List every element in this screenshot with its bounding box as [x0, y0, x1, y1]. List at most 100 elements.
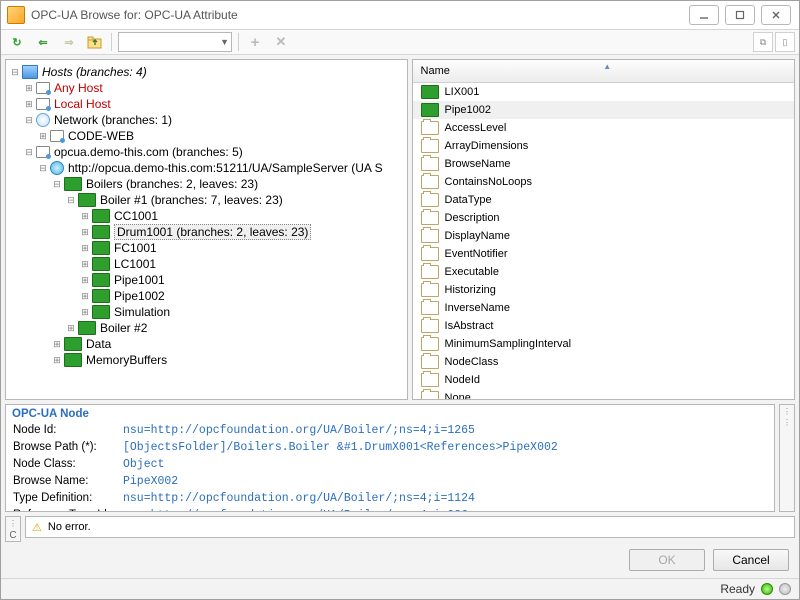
attribute-folder-icon [421, 175, 439, 189]
maximize-button[interactable] [725, 5, 755, 25]
expander-icon[interactable] [78, 243, 92, 254]
tree-fc1001[interactable]: FC1001 [114, 241, 157, 255]
list-item[interactable]: DataType [413, 191, 794, 209]
list-item[interactable]: ArrayDimensions [413, 137, 794, 155]
warning-icon: ⚠ [32, 521, 42, 534]
tree-pipe1002[interactable]: Pipe1002 [114, 289, 165, 303]
add-button[interactable]: + [245, 32, 265, 52]
back-button[interactable]: ⇐ [33, 32, 53, 52]
expander-icon[interactable] [36, 163, 50, 174]
list-item-label: AccessLevel [445, 122, 507, 134]
ok-button[interactable]: OK [629, 549, 705, 571]
expander-icon[interactable] [50, 179, 64, 190]
network-icon [36, 113, 50, 127]
tree-root[interactable]: Hosts (branches: 4) [42, 65, 147, 79]
list-item-label: ArrayDimensions [445, 140, 529, 152]
tree-any-host[interactable]: Any Host [54, 81, 103, 95]
detail-key: Type Definition: [12, 490, 122, 507]
tree-boiler2[interactable]: Boiler #2 [100, 321, 147, 335]
expander-icon[interactable] [78, 275, 92, 286]
attribute-folder-icon [421, 121, 439, 135]
expander-icon[interactable] [36, 131, 50, 142]
list-item[interactable]: IsAbstract [413, 317, 794, 335]
dots-icon: ⋮ [783, 407, 791, 416]
attribute-folder-icon [421, 157, 439, 171]
list-item[interactable]: DisplayName [413, 227, 794, 245]
list-item[interactable]: Historizing [413, 281, 794, 299]
host-icon [50, 130, 64, 142]
list-item[interactable]: BrowseName [413, 155, 794, 173]
tree-collapse-icon[interactable]: ⧉ [753, 32, 773, 52]
list-item[interactable]: Description [413, 209, 794, 227]
tree-lc1001[interactable]: LC1001 [114, 257, 156, 271]
minimize-button[interactable] [689, 5, 719, 25]
folder-icon [78, 321, 96, 335]
detail-gutter[interactable]: ⋮ ⋮ [779, 404, 795, 512]
list-item[interactable]: None [413, 389, 794, 399]
expander-icon[interactable] [8, 67, 22, 78]
tree-memory[interactable]: MemoryBuffers [86, 353, 167, 367]
tree-cc1001[interactable]: CC1001 [114, 209, 158, 223]
tree-codeweb[interactable]: CODE-WEB [68, 129, 134, 143]
tree-pipe1001[interactable]: Pipe1001 [114, 273, 165, 287]
list-item[interactable]: NodeId [413, 371, 794, 389]
expander-icon[interactable] [78, 211, 92, 222]
expander-icon[interactable] [78, 307, 92, 318]
cancel-button[interactable]: Cancel [713, 549, 789, 571]
up-button[interactable] [85, 32, 105, 52]
tree-opcua-host[interactable]: opcua.demo-this.com (branches: 5) [54, 145, 243, 159]
expander-icon[interactable] [22, 83, 36, 94]
attribute-folder-icon [421, 391, 439, 399]
address-combo[interactable]: ▼ [118, 32, 232, 52]
list-body[interactable]: LIX001Pipe1002 AccessLevel ArrayDimensions… [413, 83, 794, 399]
list-item[interactable]: ContainsNoLoops [413, 173, 794, 191]
tree-network[interactable]: Network (branches: 1) [54, 113, 172, 127]
window-title: OPC-UA Browse for: OPC-UA Attribute [31, 8, 689, 22]
tree-local-host[interactable]: Local Host [54, 97, 111, 111]
list-header-name[interactable]: Name ▲ [413, 60, 794, 83]
detail-value: PipeX002 [122, 473, 559, 490]
refresh-button[interactable]: ↻ [7, 32, 27, 52]
folder-icon [78, 193, 96, 207]
list-item-label: Description [445, 212, 500, 224]
expander-icon[interactable] [78, 259, 92, 270]
tree-drum1001[interactable]: Drum1001 (branches: 2, leaves: 23) [114, 224, 311, 240]
expander-icon[interactable] [22, 99, 36, 110]
list-item[interactable]: NodeClass [413, 353, 794, 371]
expander-icon[interactable] [50, 355, 64, 366]
tree-boiler1[interactable]: Boiler #1 (branches: 7, leaves: 23) [100, 193, 283, 207]
tree-boilers[interactable]: Boilers (branches: 2, leaves: 23) [86, 177, 258, 191]
tree-data[interactable]: Data [86, 337, 111, 351]
expander-icon[interactable] [50, 339, 64, 350]
expander-icon[interactable] [78, 227, 92, 238]
hosts-icon [22, 65, 38, 79]
list-item-label: InverseName [445, 302, 510, 314]
detail-value: [ObjectsFolder]/Boilers.Boiler &#1.DrumX… [122, 439, 559, 456]
host-icon [36, 98, 50, 110]
list-item[interactable]: MinimumSamplingInterval [413, 335, 794, 353]
list-item[interactable]: Pipe1002 [413, 101, 794, 119]
tree-endpoint[interactable]: http://opcua.demo-this.com:51211/UA/Samp… [68, 161, 383, 175]
tree-simulation[interactable]: Simulation [114, 305, 170, 319]
list-item[interactable]: AccessLevel [413, 119, 794, 137]
expander-icon[interactable] [64, 323, 78, 334]
list-item-label: Executable [445, 266, 499, 278]
tree-pin-icon[interactable]: ▯ [775, 32, 795, 52]
expander-icon[interactable] [22, 147, 36, 158]
expander-icon[interactable] [22, 115, 36, 126]
expander-icon[interactable] [64, 195, 78, 206]
attribute-folder-icon [421, 193, 439, 207]
list-item[interactable]: EventNotifier [413, 245, 794, 263]
expander-icon[interactable] [78, 291, 92, 302]
close-button[interactable] [761, 5, 791, 25]
folder-icon [64, 177, 82, 191]
tree-pane[interactable]: Hosts (branches: 4) Any Host Local Host … [5, 59, 408, 400]
list-item-label: EventNotifier [445, 248, 508, 260]
folder-icon [92, 241, 110, 255]
list-item[interactable]: Executable [413, 263, 794, 281]
delete-button[interactable]: ✕ [271, 32, 291, 52]
error-gutter[interactable]: ⋮ C [5, 516, 21, 542]
forward-button[interactable]: ⇒ [59, 32, 79, 52]
list-item[interactable]: InverseName [413, 299, 794, 317]
list-item[interactable]: LIX001 [413, 83, 794, 101]
